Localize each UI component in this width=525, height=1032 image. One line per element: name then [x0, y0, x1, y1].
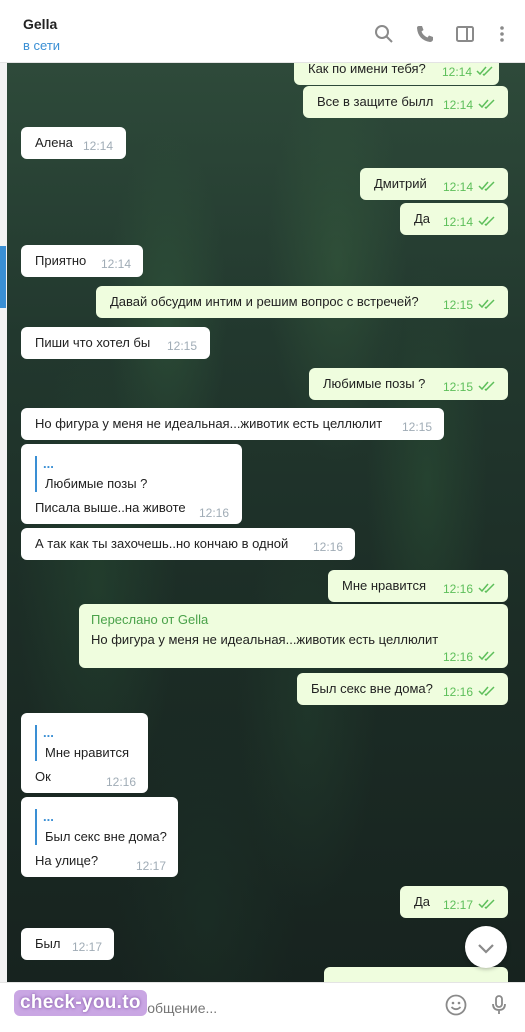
search-icon[interactable] [374, 24, 394, 44]
reply-author: ... [43, 809, 54, 824]
message-incoming[interactable]: Алена 12:14 [21, 127, 126, 159]
chat-name[interactable]: Gella [23, 16, 57, 32]
message-time: 12:14 [443, 180, 474, 194]
reply-author: ... [43, 456, 54, 471]
message-incoming-reply[interactable]: ... Любимые позы ? Писала выше..на живот… [21, 444, 242, 524]
message-text: Любимые позы ? [323, 376, 426, 391]
message-outgoing[interactable]: Все в защите былл 12:14 [303, 86, 508, 118]
scroll-down-button[interactable] [465, 926, 507, 968]
message-text: Ок [35, 769, 51, 784]
message-text: Был [35, 936, 61, 951]
chevron-down-icon [478, 944, 494, 954]
reply-quote: Был секс вне дома? [45, 829, 167, 844]
reply-bar [35, 809, 37, 845]
message-outgoing[interactable]: Дмитрий 12:14 [360, 168, 508, 200]
emoji-icon[interactable] [444, 993, 468, 1017]
message-time: 12:16 [199, 506, 230, 520]
mic-icon[interactable] [487, 993, 511, 1017]
message-text: Да [414, 894, 431, 909]
message-outgoing-partial[interactable] [324, 967, 508, 982]
message-text: Алена [35, 135, 73, 150]
double-check-icon [478, 686, 495, 696]
message-time: 12:15 [443, 298, 474, 312]
reply-author: ... [43, 725, 54, 740]
message-outgoing[interactable]: Да 12:17 [400, 886, 508, 918]
reply-bar [35, 456, 37, 492]
message-time: 12:16 [443, 685, 474, 699]
phone-icon[interactable] [415, 24, 435, 44]
message-time: 12:14 [443, 98, 474, 112]
message-incoming[interactable]: Но фигура у меня не идеальная...животик … [21, 408, 444, 440]
message-time: 12:15 [402, 420, 433, 434]
message-time: 12:14 [443, 215, 474, 229]
message-outgoing[interactable]: Как по имени тебя? 12:14 [294, 62, 499, 85]
message-text: Был секс вне дома? [311, 681, 433, 696]
double-check-icon [478, 899, 495, 909]
message-time: 12:15 [443, 380, 474, 394]
message-incoming[interactable]: А так как ты захочешь..но кончаю в одной… [21, 528, 355, 560]
chat-area[interactable]: Как по имени тебя? 12:14 Все в защите бы… [7, 62, 525, 982]
double-check-icon [478, 216, 495, 226]
sidebar-icon[interactable] [455, 24, 475, 44]
message-forwarded[interactable]: Переслано от Gella Но фигура у меня не и… [79, 604, 508, 668]
message-outgoing[interactable]: Мне нравится 12:16 [328, 570, 508, 602]
message-text: Но фигура у меня не идеальная...животик … [91, 632, 439, 647]
message-outgoing[interactable]: Да 12:14 [400, 203, 508, 235]
double-check-icon [478, 181, 495, 191]
double-check-icon [478, 99, 495, 109]
message-time: 12:16 [443, 582, 474, 596]
message-time: 12:16 [443, 650, 474, 664]
forwarded-from[interactable]: Переслано от Gella [91, 612, 208, 627]
message-incoming-reply[interactable]: ... Мне нравится Ок 12:16 [21, 713, 148, 793]
message-text: А так как ты захочешь..но кончаю в одной [35, 536, 289, 551]
reply-quote: Любимые позы ? [45, 476, 148, 491]
message-time: 12:16 [106, 775, 137, 789]
double-check-icon [476, 66, 493, 76]
message-text: Как по имени тебя? [308, 62, 426, 76]
message-text: Но фигура у меня не идеальная...животик … [35, 416, 383, 431]
message-incoming[interactable]: Пиши что хотел бы 12:15 [21, 327, 210, 359]
message-time: 12:14 [83, 139, 114, 153]
message-time: 12:15 [167, 339, 198, 353]
message-incoming[interactable]: Был 12:17 [21, 928, 114, 960]
message-time: 12:14 [442, 65, 473, 79]
double-check-icon [478, 651, 495, 661]
message-incoming-reply[interactable]: ... Был секс вне дома? На улице? 12:17 [21, 797, 178, 877]
more-icon[interactable] [492, 24, 512, 44]
chat-status: в сети [23, 38, 61, 53]
message-text: Пиши что хотел бы [35, 335, 151, 350]
message-text: Мне нравится [342, 578, 427, 593]
double-check-icon [478, 299, 495, 309]
message-text: Да [414, 211, 431, 226]
reply-quote: Мне нравится [45, 745, 130, 760]
message-time: 12:17 [443, 898, 474, 912]
message-outgoing[interactable]: Был секс вне дома? 12:16 [297, 673, 508, 705]
message-text: Писала выше..на животе [35, 500, 186, 515]
message-text: Давай обсудим интим и решим вопрос с вст… [110, 294, 419, 309]
double-check-icon [478, 583, 495, 593]
message-incoming[interactable]: Приятно 12:14 [21, 245, 143, 277]
left-strip [0, 62, 7, 982]
message-outgoing[interactable]: Любимые позы ? 12:15 [309, 368, 508, 400]
message-outgoing[interactable]: Давай обсудим интим и решим вопрос с вст… [96, 286, 508, 318]
reply-bar [35, 725, 37, 761]
double-check-icon [478, 381, 495, 391]
message-time: 12:17 [72, 940, 103, 954]
message-text: Все в защите былл [317, 94, 434, 109]
message-time: 12:17 [136, 859, 167, 873]
message-time: 12:16 [313, 540, 344, 554]
watermark-logo: check-you.to [14, 990, 147, 1016]
message-time: 12:14 [101, 257, 132, 271]
message-text: На улице? [35, 853, 99, 868]
side-accent [0, 246, 6, 308]
message-text: Дмитрий [374, 176, 427, 191]
message-text: Приятно [35, 253, 87, 268]
chat-header: Gella в сети [0, 0, 525, 63]
